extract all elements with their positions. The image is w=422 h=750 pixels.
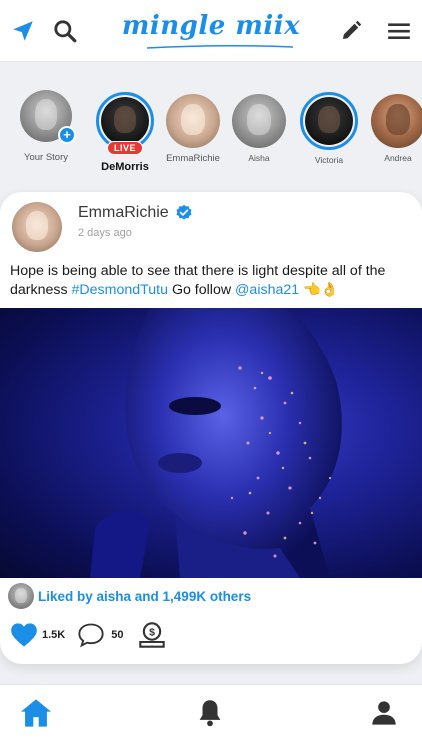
add-story-badge[interactable]: +	[58, 126, 76, 144]
post-author[interactable]: EmmaRichie	[78, 204, 193, 222]
liked-by-row[interactable]: Liked by aisha and 1,499K others	[0, 582, 422, 610]
post-caption: Hope is being able to see that there is …	[10, 262, 415, 300]
top-bar: mingle miix	[0, 0, 422, 62]
like-action[interactable]: 1.5K	[10, 622, 65, 648]
comments-count: 50	[111, 629, 124, 641]
post-timestamp: 2 days ago	[78, 227, 132, 239]
story-your-story[interactable]: + Your Story	[11, 90, 81, 163]
svg-text:$: $	[149, 627, 155, 639]
avatar: +	[20, 90, 76, 144]
live-badge: LIVE	[106, 141, 144, 155]
story-andrea[interactable]: Andrea	[363, 94, 422, 163]
post-photo[interactable]	[0, 308, 422, 578]
story-emmarichie[interactable]: EmmaRichie	[158, 94, 228, 164]
post-actions: 1.5K 50 $	[0, 620, 422, 650]
logo-swoosh-icon	[146, 44, 294, 49]
hashtag-link[interactable]: #DesmondTutu	[72, 282, 168, 298]
menu-icon[interactable]	[384, 16, 414, 46]
verified-badge-icon	[176, 204, 192, 220]
liked-by-text[interactable]: Liked by aisha and 1,499K others	[38, 589, 251, 604]
heart-icon[interactable]	[10, 622, 38, 648]
home-icon[interactable]	[18, 697, 54, 729]
story-aisha[interactable]: Aisha	[224, 94, 294, 163]
story-name: Andrea	[384, 153, 412, 163]
portrait-image	[90, 308, 342, 578]
mention-link[interactable]: @aisha21	[235, 282, 299, 298]
story-name: Aisha	[248, 153, 270, 163]
caption-emoji: 👈👌	[299, 282, 339, 298]
liked-by-avatar	[8, 583, 34, 609]
story-victoria[interactable]: Victoria	[294, 92, 364, 165]
likes-count: 1.5K	[42, 629, 66, 641]
comment-bubble-icon[interactable]	[77, 622, 105, 648]
tip-action[interactable]: $	[138, 621, 166, 649]
story-name: DeMorris	[101, 161, 149, 173]
story-name: EmmaRichie	[166, 153, 220, 164]
post-author-avatar[interactable]	[12, 202, 62, 252]
bottom-navigation	[0, 684, 422, 750]
caption-text: Go follow	[168, 282, 236, 298]
story-name: Victoria	[314, 155, 344, 165]
comment-action[interactable]: 50	[77, 622, 124, 648]
notifications-bell-icon[interactable]	[192, 697, 228, 729]
avatar	[166, 94, 220, 148]
post-card: EmmaRichie 2 days ago Hope is being able…	[0, 192, 422, 664]
avatar: LIVE	[96, 92, 154, 155]
money-tip-icon[interactable]: $	[138, 621, 166, 649]
avatar	[371, 94, 422, 148]
story-demorris[interactable]: LIVE DeMorris	[90, 92, 160, 173]
avatar	[300, 92, 358, 150]
stories-row: + Your Story LIVE DeMorris EmmaRichie Ai…	[0, 62, 422, 180]
avatar	[232, 94, 286, 148]
profile-icon[interactable]	[366, 697, 402, 729]
post-author-name[interactable]: EmmaRichie	[78, 204, 169, 222]
edit-pencil-icon[interactable]	[336, 16, 366, 46]
story-name: Your Story	[23, 152, 68, 163]
